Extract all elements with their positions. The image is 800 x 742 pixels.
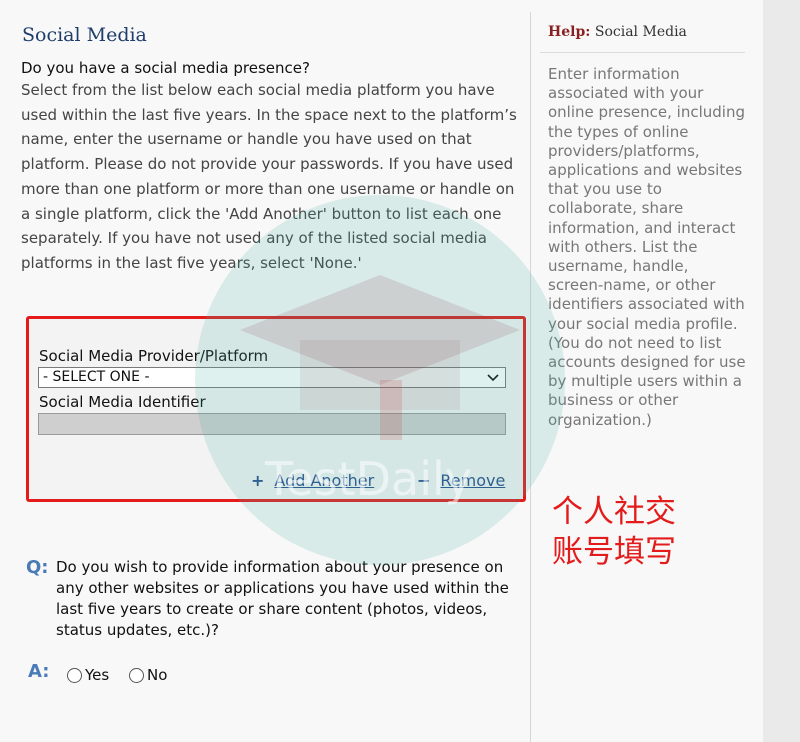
no-option[interactable]: No (129, 666, 167, 684)
provider-label: Social Media Provider/Platform (39, 347, 269, 365)
red-annotation: 个人社交 账号填写 (552, 492, 676, 572)
no-radio[interactable] (129, 667, 144, 683)
social-media-form-highlight: Social Media Provider/Platform - SELECT … (26, 316, 526, 502)
identifier-input[interactable] (38, 413, 506, 435)
remove-label: Remove (440, 471, 506, 490)
remove-button[interactable]: − Remove (417, 471, 505, 490)
help-title-topic: Social Media (594, 24, 687, 40)
yes-option[interactable]: Yes (67, 666, 109, 684)
help-title: Help: Social Media (548, 24, 687, 40)
add-another-label: Add Another (274, 471, 375, 490)
plus-icon: + (251, 471, 265, 490)
answer-marker: A: (28, 661, 50, 682)
help-title-lead: Help: (548, 24, 591, 40)
help-divider (540, 52, 745, 53)
main-panel: Social Media Do you have a social media … (0, 0, 530, 742)
annotation-line-1: 个人社交 (552, 494, 676, 530)
yes-radio[interactable] (67, 667, 82, 683)
identifier-label: Social Media Identifier (39, 393, 206, 411)
annotation-line-2: 账号填写 (552, 534, 676, 570)
question-marker: Q: (26, 557, 49, 578)
provider-selected-value: - SELECT ONE - (43, 369, 150, 385)
page-edge (763, 0, 800, 742)
add-another-button[interactable]: + Add Another (251, 471, 374, 490)
help-body: Enter information associated with your o… (548, 65, 746, 429)
column-divider (530, 12, 531, 742)
followup-question: Do you wish to provide information about… (56, 558, 509, 639)
section-title: Social Media (22, 24, 147, 46)
chevron-down-icon (487, 368, 499, 393)
no-label: No (147, 666, 168, 684)
instructions-text: Select from the list below each social m… (21, 81, 517, 272)
question-text: Do you have a social media presence? (21, 59, 310, 77)
provider-select[interactable]: - SELECT ONE - (38, 367, 506, 388)
minus-icon: − (417, 471, 431, 490)
yes-label: Yes (85, 666, 110, 684)
